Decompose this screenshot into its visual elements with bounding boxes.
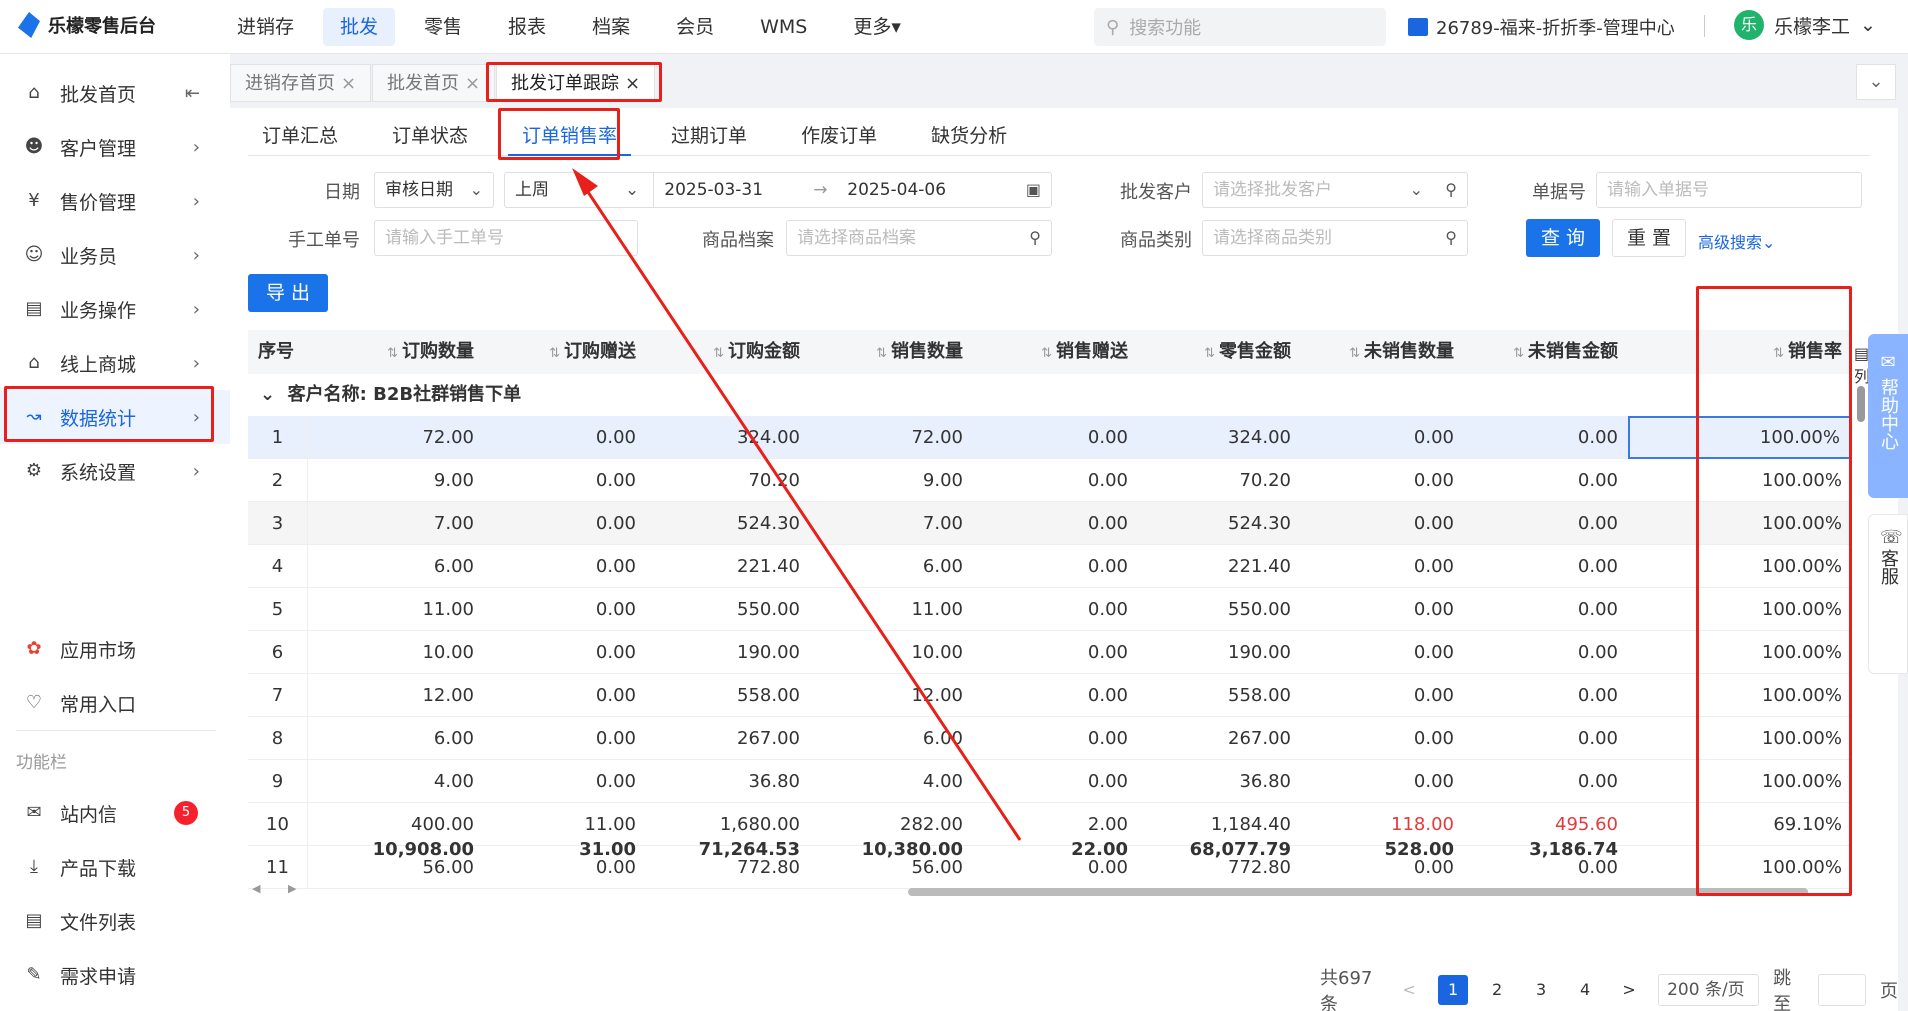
annotation-arrow: [572, 168, 1022, 841]
annotation-arrow-line: [578, 179, 1022, 841]
annotation-arrow-head: [572, 168, 598, 196]
